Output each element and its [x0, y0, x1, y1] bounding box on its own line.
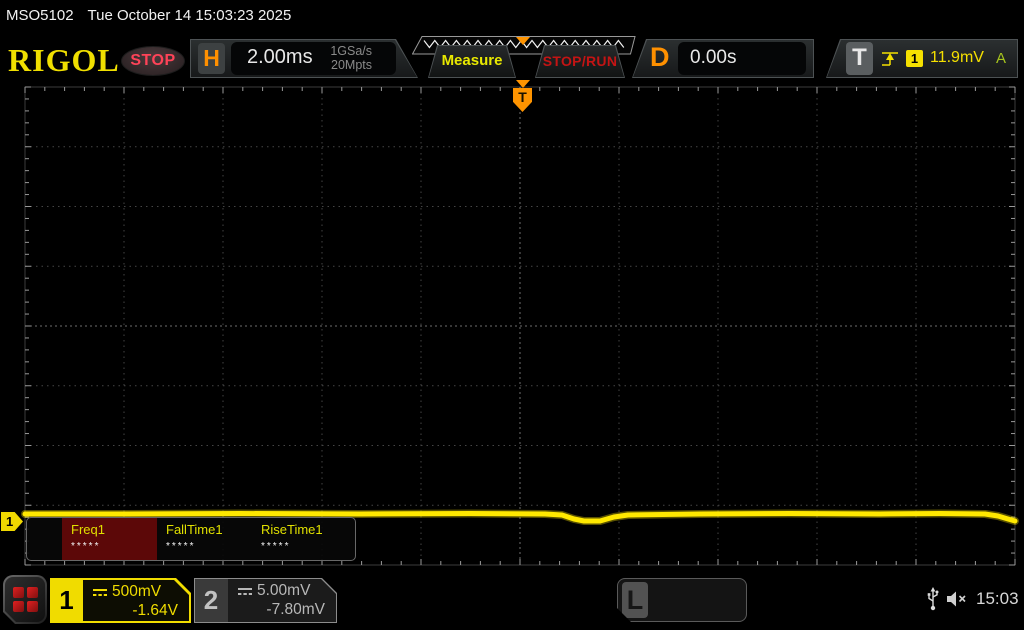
measurement-label: RiseTime1	[261, 522, 323, 537]
measurement-label: FallTime1	[166, 522, 223, 537]
trigger-label: T	[846, 42, 873, 75]
oscilloscope-screen: MSO5102 Tue October 14 15:03:23 2025 RIG…	[0, 0, 1024, 630]
measurement-value: *****	[71, 541, 101, 552]
timebase-value: 2.00ms	[247, 46, 313, 68]
measurement-value: *****	[166, 541, 196, 552]
run-state-badge: STOP	[121, 46, 185, 76]
sample-rate: 1GSa/s	[330, 44, 372, 58]
logic-analyzer-panel[interactable]: L 0 1 2 3 4 5 6 7 8 9 1011 12131415	[617, 578, 747, 622]
trigger-sweep-mode: A	[996, 50, 1007, 67]
speaker-muted-icon[interactable]	[946, 590, 970, 608]
menu-grid-button[interactable]	[3, 575, 47, 624]
measurements-panel: Freq1 ***** FallTime1 ***** RiseTime1 **…	[26, 517, 356, 561]
model-label: MSO5102	[6, 7, 74, 24]
status-bar: MSO5102 Tue October 14 15:03:23 2025	[6, 7, 291, 24]
trigger-panel[interactable]: T 1 11.9mV A	[826, 39, 1018, 78]
measurement-cell-risetime1[interactable]: RiseTime1 *****	[252, 518, 347, 560]
dc-coupling-icon	[237, 586, 253, 596]
rigol-logo: RIGOL	[8, 42, 120, 78]
horizontal-panel[interactable]: H 2.00ms 1GSa/s 20Mpts	[190, 39, 418, 78]
channel2-number: 2	[203, 585, 219, 615]
measurement-cell-falltime1[interactable]: FallTime1 *****	[157, 518, 252, 560]
stop-run-button[interactable]: STOP/RUN	[535, 45, 625, 78]
stop-run-button-label: STOP/RUN	[542, 53, 618, 69]
channel1-number: 1	[59, 585, 74, 615]
memory-depth: 20Mpts	[331, 58, 372, 72]
channel1-panel[interactable]: 1 500mV -1.64V	[50, 578, 191, 623]
measure-button-label: Measure	[441, 52, 503, 69]
measurement-label: Freq1	[71, 522, 105, 537]
channel1-offset: -1.64V	[132, 602, 178, 619]
channel2-offset: -7.80mV	[266, 601, 325, 618]
trigger-source-badge: 1	[906, 50, 923, 67]
delay-value: 0.00s	[690, 47, 737, 68]
panel-bg: 500mV -1.64V	[83, 580, 189, 621]
acquisition-info: 1GSa/s 20Mpts	[330, 44, 372, 72]
logic-label: L	[622, 582, 648, 618]
delay-panel[interactable]: D 0.00s	[632, 39, 814, 78]
channel2-scale: 5.00mV	[257, 582, 311, 599]
channel2-panel[interactable]: 2 5.00mV -7.80mV	[194, 578, 337, 623]
horizontal-values-box: 2.00ms 1GSa/s 20Mpts	[231, 42, 396, 75]
trigger-level-value: 11.9mV	[930, 49, 984, 66]
datetime-label: Tue October 14 15:03:23 2025	[87, 7, 292, 24]
measurement-cell-freq1[interactable]: Freq1 *****	[62, 518, 157, 560]
panel-bg: 5.00mV -7.80mV	[228, 579, 336, 622]
grid-squares-icon	[5, 577, 45, 622]
measure-button[interactable]: Measure	[428, 45, 516, 78]
usb-icon	[927, 587, 939, 611]
channel1-scale: 500mV	[112, 583, 162, 600]
rising-edge-icon	[882, 52, 898, 66]
delay-values-box: 0.00s	[678, 42, 806, 75]
clock: 15:03	[976, 589, 1019, 608]
dc-coupling-icon	[92, 587, 108, 597]
measurement-value: *****	[261, 541, 291, 552]
trigger-position-arrow-icon[interactable]	[516, 80, 530, 88]
horizontal-label: H	[198, 43, 225, 74]
delay-label: D	[650, 42, 670, 72]
